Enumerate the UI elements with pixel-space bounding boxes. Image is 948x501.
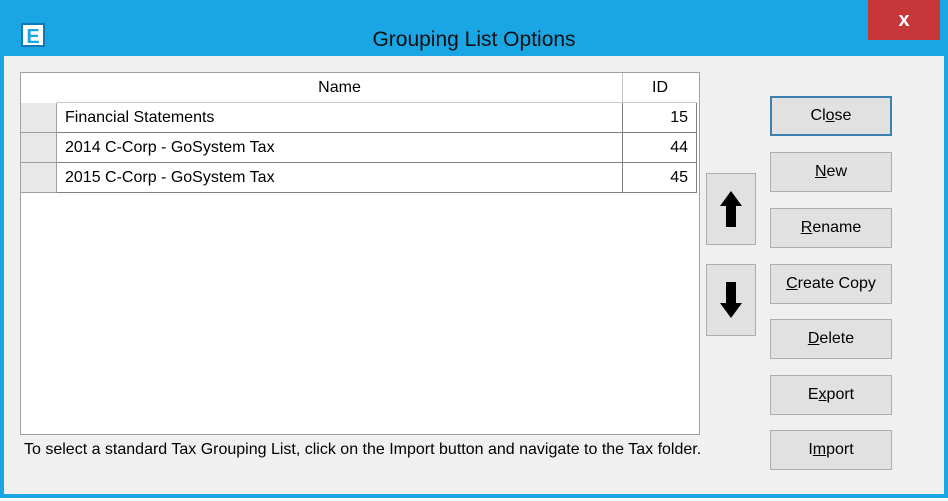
new-label-post: ew xyxy=(826,163,847,180)
close-button[interactable]: Close xyxy=(770,96,892,136)
close-label-accel: o xyxy=(825,107,835,124)
cell-name[interactable]: 2015 C-Corp - GoSystem Tax xyxy=(57,163,623,193)
close-window-button[interactable]: x xyxy=(868,0,940,40)
import-hint-text: To select a standard Tax Grouping List, … xyxy=(24,441,702,458)
column-header-id[interactable]: ID xyxy=(623,73,697,103)
export-label-post: port xyxy=(826,386,855,403)
export-button[interactable]: Export xyxy=(770,375,892,415)
create-copy-label-post: reate Copy xyxy=(797,275,876,292)
import-label-accel: m xyxy=(812,441,827,458)
table-row[interactable]: 2014 C-Corp - GoSystem Tax 44 xyxy=(21,133,701,163)
grid-corner xyxy=(21,73,57,103)
move-up-button[interactable] xyxy=(706,173,756,245)
delete-label-post: elete xyxy=(819,330,855,347)
import-button[interactable]: Import xyxy=(770,430,892,470)
close-icon: x xyxy=(898,9,910,31)
grouping-list-grid[interactable]: Name ID Financial Statements 15 2014 C-C… xyxy=(20,72,700,435)
new-button[interactable]: New xyxy=(770,152,892,192)
cell-id[interactable]: 44 xyxy=(623,133,697,163)
rename-label-post: ename xyxy=(812,219,862,236)
column-header-name[interactable]: Name xyxy=(57,73,623,103)
rename-button[interactable]: Rename xyxy=(770,208,892,248)
cell-name[interactable]: 2014 C-Corp - GoSystem Tax xyxy=(57,133,623,163)
new-label-accel: N xyxy=(814,163,827,180)
row-header[interactable] xyxy=(21,103,57,133)
create-copy-label-accel: C xyxy=(786,275,798,292)
delete-label-accel: D xyxy=(807,330,820,347)
grid-header: Name ID xyxy=(21,73,701,103)
row-header[interactable] xyxy=(21,163,57,193)
table-row[interactable]: Financial Statements 15 xyxy=(21,103,701,133)
import-label-post: port xyxy=(826,441,854,458)
row-header[interactable] xyxy=(21,133,57,163)
create-copy-button[interactable]: Create Copy xyxy=(770,264,892,304)
rename-label-accel: R xyxy=(800,219,813,236)
close-label-post: se xyxy=(834,107,852,124)
table-row[interactable]: 2015 C-Corp - GoSystem Tax 45 xyxy=(21,163,701,193)
arrow-up-icon xyxy=(720,191,742,227)
close-label-pre: Cl xyxy=(810,107,826,124)
export-label-pre: E xyxy=(807,386,819,403)
cell-name[interactable]: Financial Statements xyxy=(57,103,623,133)
cell-id[interactable]: 15 xyxy=(623,103,697,133)
arrow-down-icon xyxy=(720,282,742,318)
title-bar[interactable]: E Grouping List Options x xyxy=(4,0,944,56)
cell-id[interactable]: 45 xyxy=(623,163,697,193)
move-down-button[interactable] xyxy=(706,264,756,336)
delete-button[interactable]: Delete xyxy=(770,319,892,359)
export-label-accel: x xyxy=(818,386,827,403)
window-title: Grouping List Options xyxy=(372,28,576,51)
